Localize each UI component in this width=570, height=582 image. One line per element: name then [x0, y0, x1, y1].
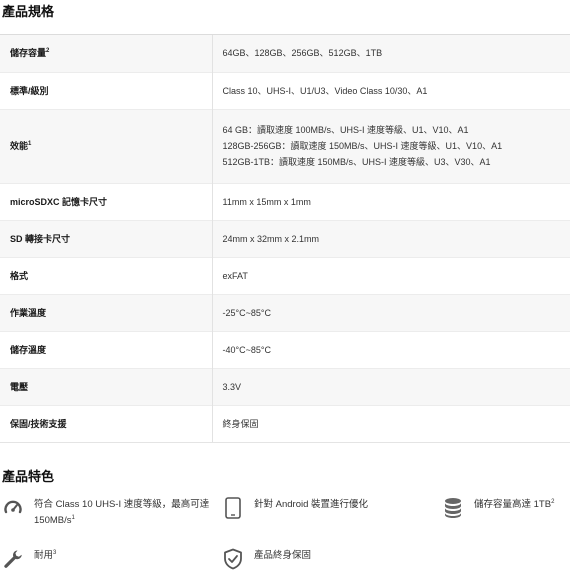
- feature-durable: 耐用3: [2, 548, 56, 570]
- feature-warranty: 產品終身保固: [222, 548, 311, 570]
- spec-row: microSDXC 記憶卡尺寸 11mm x 15mm x 1mm: [0, 183, 570, 220]
- spec-value: -40°C~85°C: [212, 331, 570, 368]
- feature-text: 符合 Class 10 UHS-I 速度等級，最高可達 150MB/s1: [34, 499, 210, 526]
- divider: [0, 442, 570, 443]
- spec-value-line: -25°C~85°C: [222, 307, 271, 318]
- spec-label: 電壓: [0, 368, 213, 405]
- spec-value: -25°C~85°C: [212, 294, 570, 331]
- spec-row: SD 轉接卡尺寸 24mm x 32mm x 2.1mm: [0, 220, 570, 257]
- spec-row: 儲存溫度 -40°C~85°C: [0, 331, 570, 368]
- feature-text: 儲存容量高達 1TB2: [474, 498, 555, 510]
- spec-row: 作業溫度 -25°C~85°C: [0, 294, 570, 331]
- spec-value: 24mm x 32mm x 2.1mm: [212, 220, 570, 257]
- spec-value: 11mm x 15mm x 1mm: [212, 183, 570, 220]
- spec-label: SD 轉接卡尺寸: [0, 220, 213, 257]
- spec-label: microSDXC 記憶卡尺寸: [0, 183, 213, 220]
- spec-value-line: 128GB-256GB：讀取速度 150MB/s、UHS-I 速度等級、U1、V…: [222, 141, 503, 151]
- feature-text: 耐用3: [34, 549, 57, 561]
- spec-value: 64 GB：讀取速度 100MB/s、UHS-I 速度等級、U1、V10、A1 1…: [212, 109, 570, 183]
- spec-value-line: -40°C~85°C: [222, 344, 271, 355]
- spec-label: 效能1: [0, 109, 213, 183]
- spec-label: 儲存容量2: [0, 35, 213, 72]
- spec-value-line: 64GB、128GB、256GB、512GB、1TB: [222, 48, 383, 59]
- shield-check-icon: [222, 548, 244, 570]
- spec-row: 格式 exFAT: [0, 257, 570, 294]
- spec-value: exFAT: [212, 257, 570, 294]
- feature-text: 針對 Android 裝置進行優化: [254, 499, 369, 510]
- spec-label: 標準/級別: [0, 72, 213, 109]
- spec-value-line: 512GB-1TB：讀取速度 150MB/s、UHS-I 速度等級、U3、V30…: [222, 157, 491, 167]
- feature-text: 產品終身保固: [254, 550, 312, 561]
- spec-value: Class 10、UHS-I、U1/U3、Video Class 10/30、A…: [212, 72, 570, 109]
- features-section-title: 產品特色: [2, 469, 55, 484]
- wrench-icon: [2, 548, 24, 570]
- feature-capacity: 儲存容量高達 1TB2: [442, 497, 554, 519]
- spec-label: 作業溫度: [0, 294, 213, 331]
- spec-row: 儲存容量2 64GB、128GB、256GB、512GB、1TB: [0, 35, 570, 72]
- spec-value-line: 64 GB：讀取速度 100MB/s、UHS-I 速度等級、U1、V10、A1: [222, 125, 469, 135]
- spec-value-line: 終身保固: [222, 418, 259, 429]
- spec-label: 保固/技術支援: [0, 405, 213, 442]
- spec-row: 電壓 3.3V: [0, 368, 570, 405]
- spec-value-line: 24mm x 32mm x 2.1mm: [222, 233, 320, 244]
- spec-row: 效能1 64 GB：讀取速度 100MB/s、UHS-I 速度等級、U1、V10、…: [0, 109, 570, 183]
- spec-row: 標準/級別 Class 10、UHS-I、U1/U3、Video Class 10…: [0, 72, 570, 109]
- spec-value-line: 3.3V: [222, 381, 242, 392]
- spec-value-line: exFAT: [222, 270, 248, 281]
- spec-value-line: 11mm x 15mm x 1mm: [222, 196, 311, 207]
- spec-label: 格式: [0, 257, 213, 294]
- speedometer-icon: [2, 497, 24, 519]
- spec-value: 終身保固: [212, 405, 570, 442]
- spec-label: 儲存溫度: [0, 331, 213, 368]
- spec-value-line: Class 10、UHS-I、U1/U3、Video Class 10/30、A…: [222, 85, 428, 96]
- spec-table: 儲存容量2 64GB、128GB、256GB、512GB、1TB 標準/級別 Clas…: [0, 35, 570, 443]
- spec-value: 64GB、128GB、256GB、512GB、1TB: [212, 35, 570, 72]
- database-icon: [442, 497, 464, 519]
- tablet-icon: [222, 497, 244, 519]
- specs-section-title: 產品規格: [2, 4, 55, 19]
- feature-speed: 符合 Class 10 UHS-I 速度等級，最高可達 150MB/s1: [2, 497, 214, 529]
- feature-android: 針對 Android 裝置進行優化: [222, 497, 368, 519]
- spec-value: 3.3V: [212, 368, 570, 405]
- spec-row: 保固/技術支援 終身保固: [0, 405, 570, 442]
